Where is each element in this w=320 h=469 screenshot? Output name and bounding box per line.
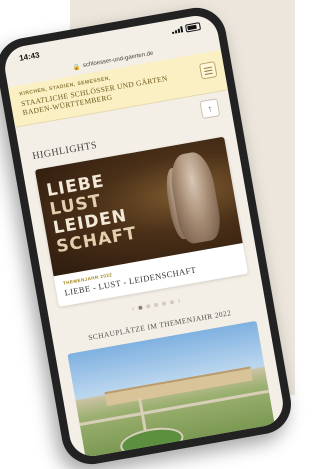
- palace-photo[interactable]: [67, 320, 278, 460]
- pager-dot[interactable]: [161, 300, 167, 306]
- highlight-card[interactable]: LIEBE LUST LEIDEN SCHAFT THEMENJAHR 2022…: [34, 136, 249, 307]
- pager-dot[interactable]: [153, 302, 159, 307]
- pager-dot[interactable]: [137, 304, 143, 310]
- main-content: ↑ HIGHLIGHTS LIEBE LUST LEIDEN SCHAFT TH…: [15, 90, 286, 460]
- signal-icon: [171, 26, 184, 35]
- pager-dot[interactable]: [169, 299, 175, 304]
- pager-dot[interactable]: [145, 303, 151, 309]
- palace-shape: [104, 366, 253, 407]
- chevron-left-icon[interactable]: ‹: [131, 304, 135, 313]
- scroll-top-button[interactable]: ↑: [199, 98, 221, 120]
- status-time: 14:43: [18, 49, 41, 63]
- status-icons: [171, 22, 202, 35]
- card-image-text: LIEBE LUST LEIDEN SCHAFT: [45, 168, 138, 257]
- lock-icon: 🔒: [72, 64, 81, 72]
- battery-icon: [184, 22, 202, 33]
- statue-shape: [166, 149, 224, 246]
- garden-lawn: [118, 423, 186, 460]
- arrow-up-icon: ↑: [206, 103, 213, 114]
- menu-button[interactable]: [198, 61, 218, 80]
- menu-icon: [203, 66, 212, 69]
- chevron-right-icon[interactable]: ›: [177, 296, 181, 305]
